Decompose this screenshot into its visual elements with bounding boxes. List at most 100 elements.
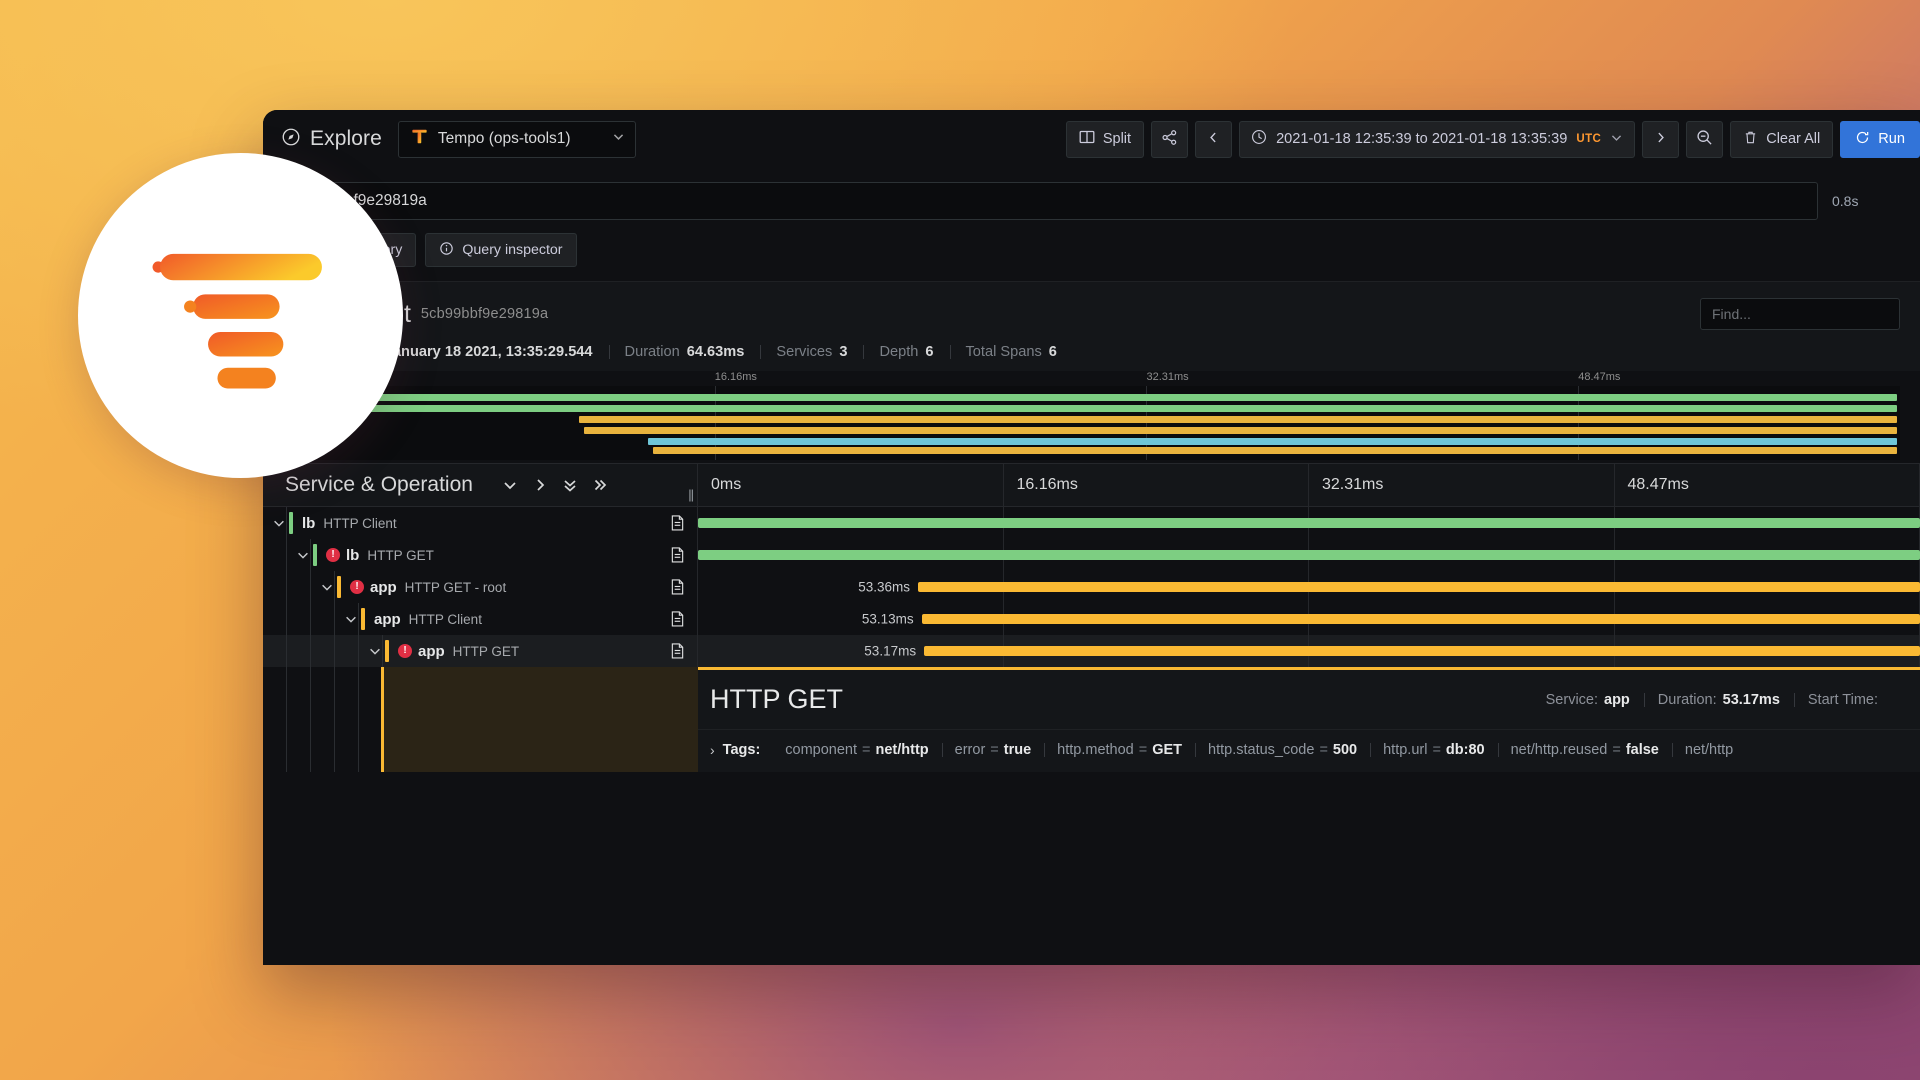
datasource-name: Tempo (ops-tools1) xyxy=(438,130,603,148)
span-row-bar-cell[interactable]: 53.13ms xyxy=(698,603,1920,635)
chevron-down-icon[interactable] xyxy=(317,580,337,594)
document-icon[interactable] xyxy=(670,611,685,628)
detail-start-time: Start Time: xyxy=(1794,692,1898,708)
span-row[interactable]: !lbHTTP GET xyxy=(263,539,1920,571)
chevron-down-icon xyxy=(612,130,625,148)
span-row-bar-cell[interactable]: 53.17ms xyxy=(698,635,1920,667)
tag-equals: = xyxy=(1139,742,1147,758)
span-detail-stats: Service: app Duration: 53.17ms Start Tim… xyxy=(1532,692,1898,708)
minimap-tick: 32.31ms xyxy=(1146,371,1188,383)
chevron-down-icon[interactable] xyxy=(341,612,361,626)
split-button[interactable]: Split xyxy=(1066,121,1144,158)
query-actions: Query history Query inspector xyxy=(263,220,1920,281)
find-input[interactable]: Find... xyxy=(1700,298,1900,330)
document-icon[interactable] xyxy=(670,579,685,596)
time-range-picker[interactable]: 2021-01-18 12:35:39 to 2021-01-18 13:35:… xyxy=(1239,121,1635,158)
tag-equals: = xyxy=(1432,742,1440,758)
tag-equals: = xyxy=(1319,742,1327,758)
meta-key: Services xyxy=(776,344,832,360)
page-title: Explore xyxy=(310,127,382,151)
span-duration-label: 53.17ms xyxy=(864,644,916,659)
document-icon[interactable] xyxy=(670,643,685,660)
span-detail-title: HTTP GET xyxy=(710,684,843,715)
trace-id-label: 5cb99bbf9e29819a xyxy=(421,306,548,322)
time-shift-forward-button[interactable] xyxy=(1642,121,1679,158)
span-tag: http.status_code=500 xyxy=(1195,742,1370,758)
span-row-label-cell[interactable]: !appHTTP GET - root xyxy=(263,571,698,603)
chevron-right-icon[interactable]: › xyxy=(710,742,715,758)
clock-icon xyxy=(1251,129,1267,149)
span-row[interactable]: !appHTTP GET - root 53.36ms xyxy=(263,571,1920,603)
span-row-label-cell[interactable]: app HTTP Client xyxy=(263,603,698,635)
span-row-bar-cell[interactable] xyxy=(698,539,1920,571)
top-toolbar: Explore Tempo (ops-tools1) xyxy=(263,110,1920,168)
run-query-button[interactable]: Run xyxy=(1840,121,1920,158)
tag-key: http.url xyxy=(1383,742,1427,758)
minimap-ticks: 0ms 16.16ms 32.31ms 48.47ms xyxy=(283,371,1900,386)
double-chevron-right-icon[interactable] xyxy=(585,470,615,500)
column-resize-handle-icon[interactable]: || xyxy=(688,487,693,502)
span-bar[interactable] xyxy=(924,646,1920,656)
span-duration-label: 53.36ms xyxy=(858,580,910,595)
chevron-down-icon[interactable] xyxy=(495,470,525,500)
chevron-down-icon[interactable] xyxy=(365,644,385,658)
time-shift-back-button[interactable] xyxy=(1195,121,1232,158)
meta-key: Total Spans xyxy=(966,344,1042,360)
minimap-bar xyxy=(579,416,1897,423)
double-chevron-down-icon[interactable] xyxy=(555,470,585,500)
datasource-picker[interactable]: Tempo (ops-tools1) xyxy=(398,121,636,158)
span-color-bar xyxy=(337,576,341,598)
trace-minimap[interactable]: 0ms 16.16ms 32.31ms 48.47ms xyxy=(263,371,1920,463)
trace-id-input[interactable]: 5cb99bbf9e29819a xyxy=(281,182,1818,220)
clear-all-button[interactable]: Clear All xyxy=(1730,121,1833,158)
chevron-right-icon[interactable] xyxy=(525,470,555,500)
tempo-logo-mark xyxy=(146,236,336,396)
tag-value: 500 xyxy=(1333,742,1357,758)
tempo-logo-icon xyxy=(410,127,429,151)
span-service-name: app xyxy=(370,579,397,596)
span-row-label-cell[interactable]: !appHTTP GET xyxy=(263,635,698,667)
span-row-label-cell[interactable]: lbHTTP Client xyxy=(263,507,698,539)
span-service-name: lb xyxy=(302,515,315,532)
trace-header: Client 5cb99bbf9e29819a Find... xyxy=(263,282,1920,340)
span-row[interactable]: lbHTTP Client xyxy=(263,507,1920,539)
chevron-right-icon xyxy=(1654,131,1667,148)
minimap-body[interactable] xyxy=(283,386,1900,460)
tag-key: component xyxy=(785,742,857,758)
timeline-left-header: Service & Operation || xyxy=(263,464,698,506)
detail-stat-value: app xyxy=(1604,692,1630,708)
clear-all-label: Clear All xyxy=(1766,131,1820,147)
span-row[interactable]: !appHTTP GET 53.17ms xyxy=(263,635,1920,667)
meta-depth: Depth 6 xyxy=(863,344,949,360)
span-bar[interactable] xyxy=(922,614,1920,624)
span-row[interactable]: app HTTP Client 53.13ms xyxy=(263,603,1920,635)
span-row-bar-cell[interactable] xyxy=(698,507,1920,539)
timeline-header: Service & Operation || xyxy=(263,463,1920,507)
span-color-bar xyxy=(289,512,293,534)
chevron-down-icon[interactable] xyxy=(269,516,289,530)
span-detail-content: HTTP GET Service: app Duration: 53.17ms … xyxy=(698,667,1920,772)
detail-stat-value: 53.17ms xyxy=(1723,692,1780,708)
toolbar-right-group: Split xyxy=(1066,121,1920,158)
share-button[interactable] xyxy=(1151,121,1188,158)
span-bar[interactable] xyxy=(698,550,1920,560)
minimap-bar xyxy=(584,427,1897,434)
chevron-down-icon[interactable] xyxy=(293,548,313,562)
span-bar[interactable] xyxy=(698,518,1920,528)
span-service-name: app xyxy=(374,611,401,628)
document-icon[interactable] xyxy=(670,515,685,532)
query-elapsed-time: 0.8s xyxy=(1828,182,1902,220)
zoom-out-button[interactable] xyxy=(1686,121,1723,158)
span-tag: component=net/http xyxy=(772,742,941,758)
query-inspector-button[interactable]: Query inspector xyxy=(425,233,576,267)
span-row-label-cell[interactable]: !lbHTTP GET xyxy=(263,539,698,571)
span-bar[interactable] xyxy=(918,582,1920,592)
span-duration-label: 53.13ms xyxy=(862,612,914,627)
timeline-tick: 16.16ms xyxy=(1004,464,1310,506)
span-operation-name: HTTP Client xyxy=(409,612,482,627)
timeline-tick: 48.47ms xyxy=(1615,464,1920,506)
span-row-bar-cell[interactable]: 53.36ms xyxy=(698,571,1920,603)
span-tags-row[interactable]: › Tags: component=net/httperror=truehttp… xyxy=(698,729,1920,772)
document-icon[interactable] xyxy=(670,547,685,564)
span-detail-accent-line xyxy=(381,667,384,772)
